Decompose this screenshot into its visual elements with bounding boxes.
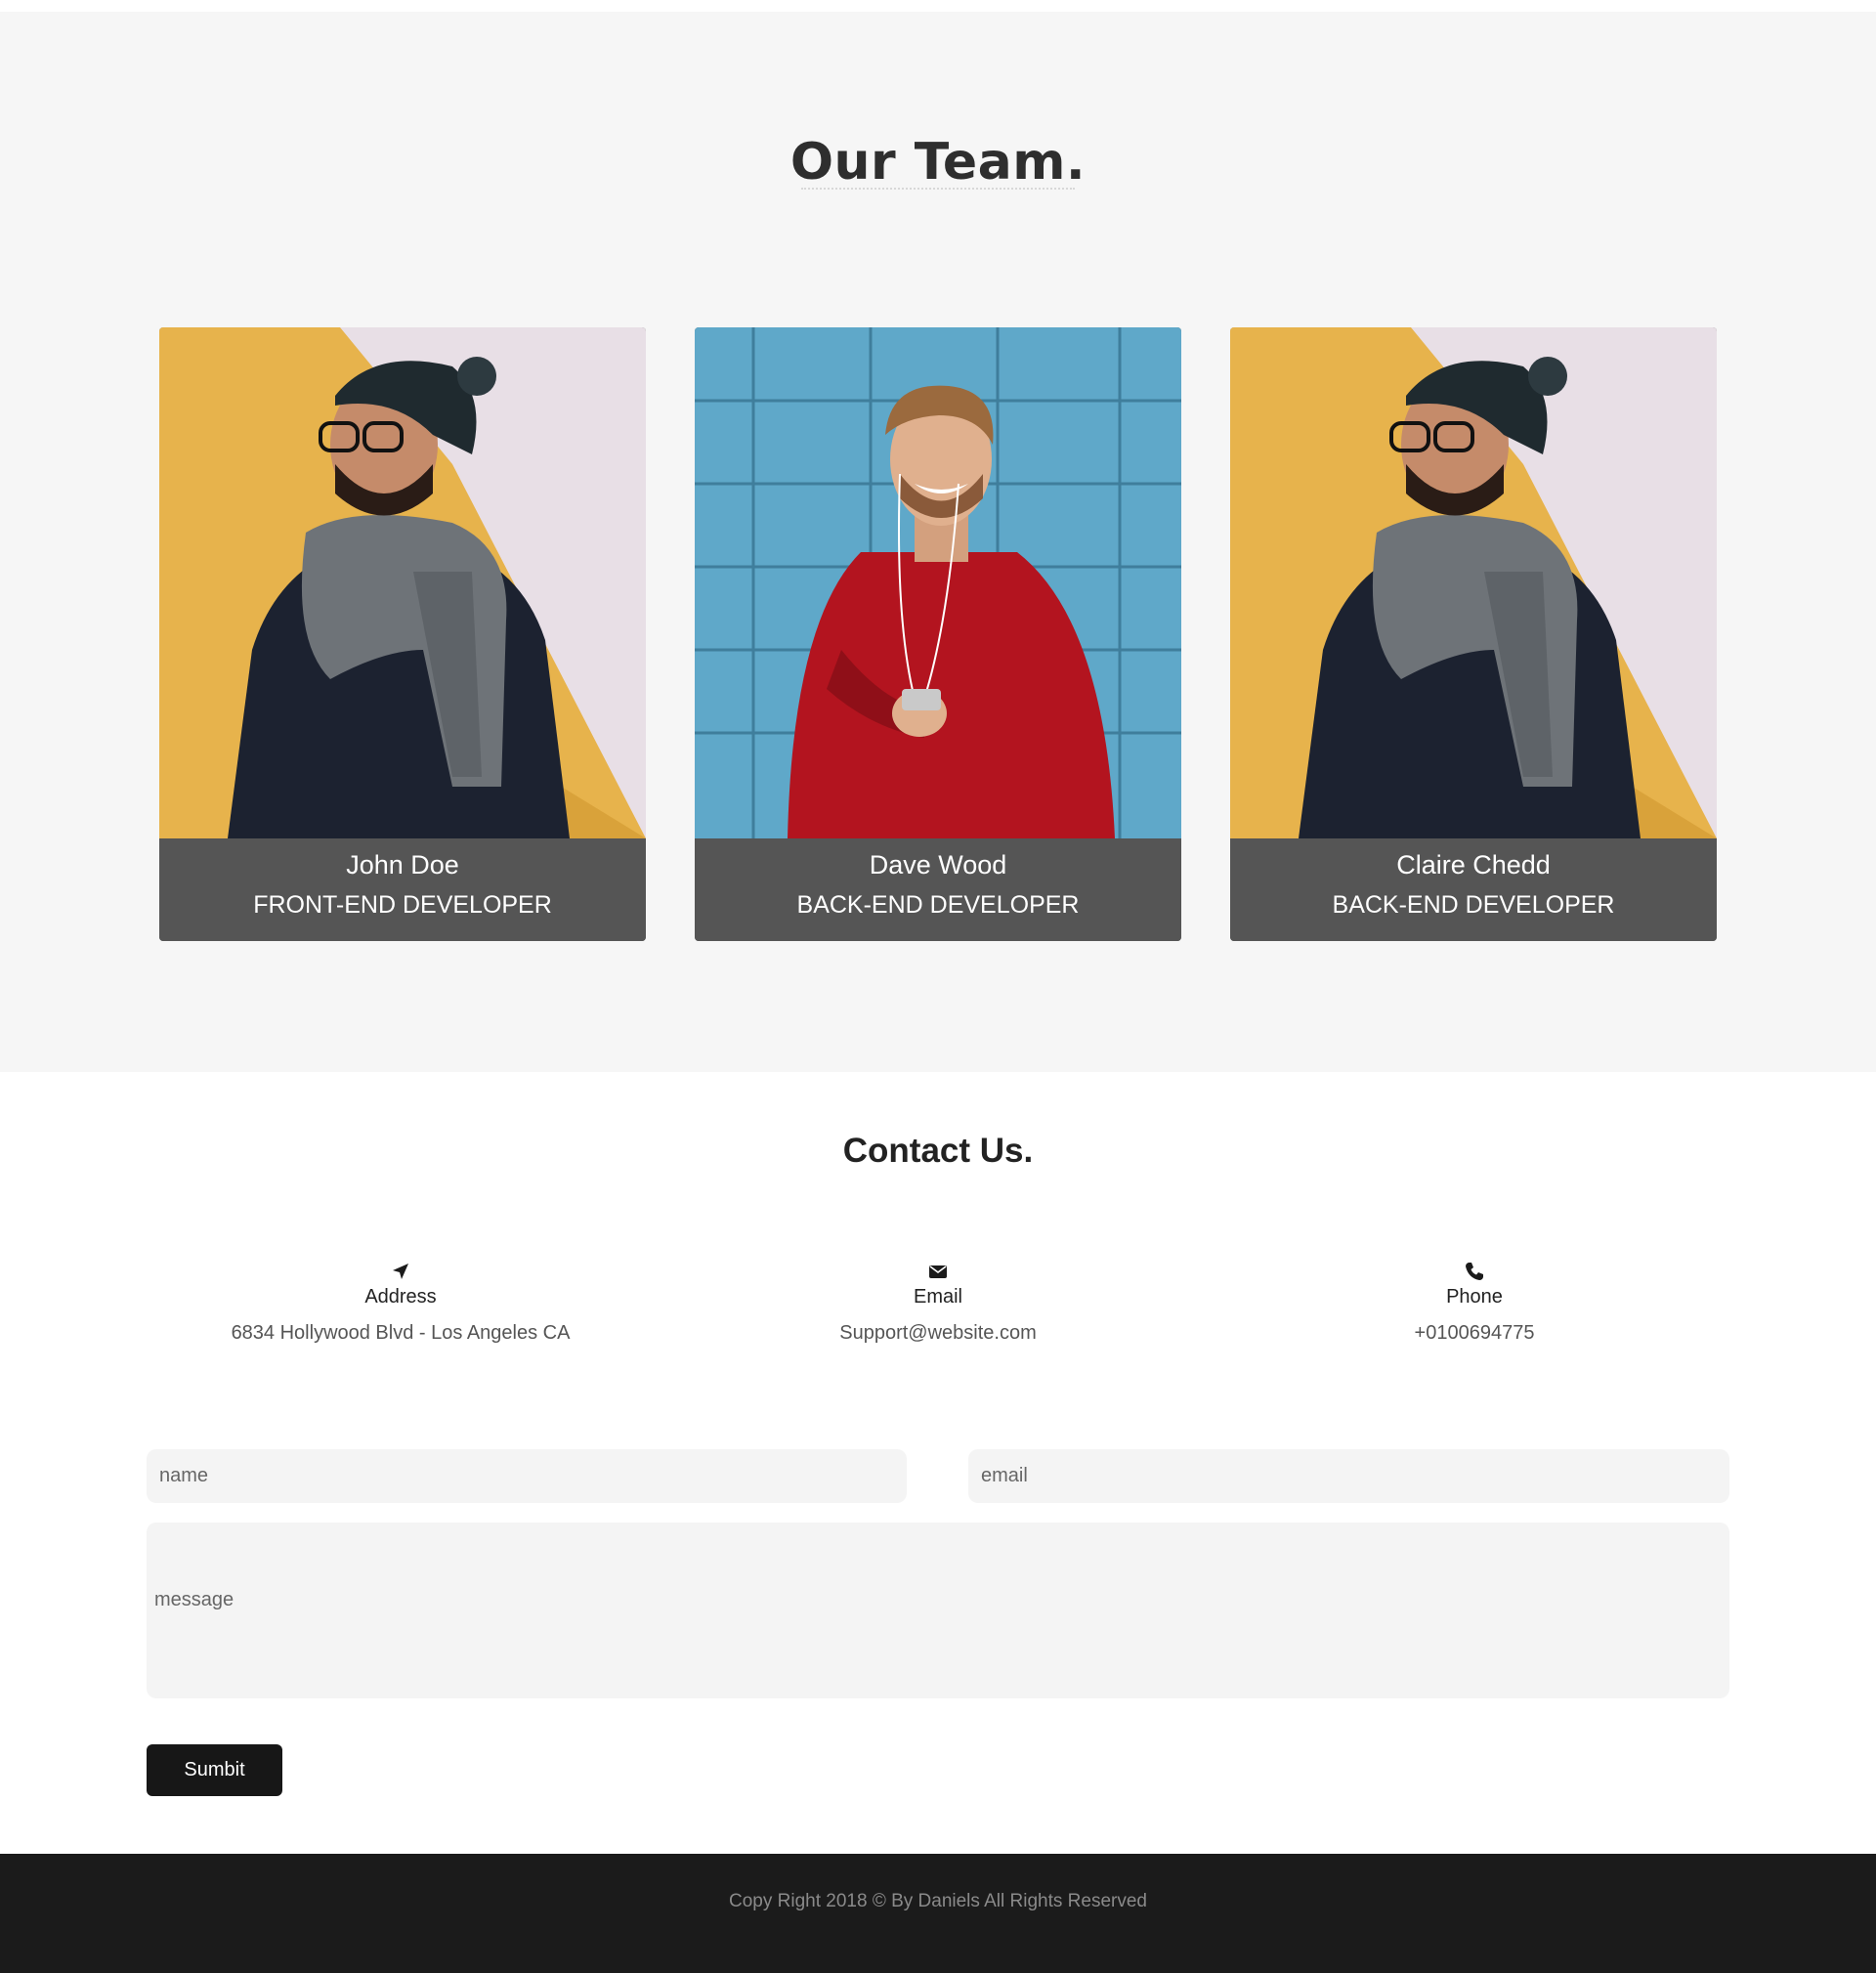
footer: Copy Right 2018 © By Daniels All Rights … bbox=[0, 1854, 1876, 1973]
email-label: Email bbox=[913, 1286, 962, 1308]
card-caption: John Doe FRONT-END DEVELOPER bbox=[159, 838, 646, 941]
phone-label: Phone bbox=[1446, 1286, 1503, 1308]
envelope-icon bbox=[927, 1261, 949, 1282]
message-textarea[interactable] bbox=[147, 1523, 1729, 1698]
address-info: Address 6834 Hollywood Blvd - Los Angele… bbox=[156, 1261, 645, 1345]
location-arrow-icon bbox=[390, 1261, 411, 1282]
phone-icon bbox=[1464, 1261, 1485, 1282]
team-section: Our Team. John Doe FRONT-END DEVELOPER D… bbox=[0, 12, 1876, 1072]
title-underline bbox=[801, 188, 1075, 191]
team-card-claire-chedd: Claire Chedd BACK-END DEVELOPER bbox=[1230, 327, 1717, 941]
footer-copyright: Copy Right 2018 © By Daniels All Rights … bbox=[729, 1891, 1147, 1911]
submit-button[interactable]: Sumbit bbox=[147, 1744, 282, 1796]
top-bar bbox=[0, 0, 1876, 12]
phone-value: +0100694775 bbox=[1414, 1322, 1535, 1344]
team-member-photo bbox=[1230, 327, 1717, 838]
member-name: John Doe bbox=[346, 850, 459, 879]
address-value: 6834 Hollywood Blvd - Los Angeles CA bbox=[231, 1322, 571, 1344]
member-role: BACK-END DEVELOPER bbox=[1332, 891, 1615, 919]
card-caption: Dave Wood BACK-END DEVELOPER bbox=[695, 838, 1181, 941]
member-role: FRONT-END DEVELOPER bbox=[253, 891, 552, 919]
team-member-photo bbox=[695, 327, 1181, 838]
email-info: Email Support@website.com bbox=[694, 1261, 1182, 1345]
contact-title: Contact Us. bbox=[842, 1132, 1034, 1170]
email-input[interactable] bbox=[968, 1449, 1729, 1503]
name-input[interactable] bbox=[147, 1449, 907, 1503]
member-role: BACK-END DEVELOPER bbox=[796, 891, 1080, 919]
team-member-photo bbox=[159, 327, 646, 838]
team-card-dave-wood: Dave Wood BACK-END DEVELOPER bbox=[695, 327, 1181, 941]
team-title: Our Team. bbox=[789, 133, 1087, 192]
address-label: Address bbox=[364, 1286, 437, 1308]
member-name: Dave Wood bbox=[869, 850, 1007, 879]
card-caption: Claire Chedd BACK-END DEVELOPER bbox=[1230, 838, 1717, 941]
phone-info: Phone +0100694775 bbox=[1230, 1261, 1719, 1345]
member-name: Claire Chedd bbox=[1396, 850, 1551, 879]
email-value: Support@website.com bbox=[839, 1322, 1037, 1344]
team-card-john-doe: John Doe FRONT-END DEVELOPER bbox=[159, 327, 646, 941]
